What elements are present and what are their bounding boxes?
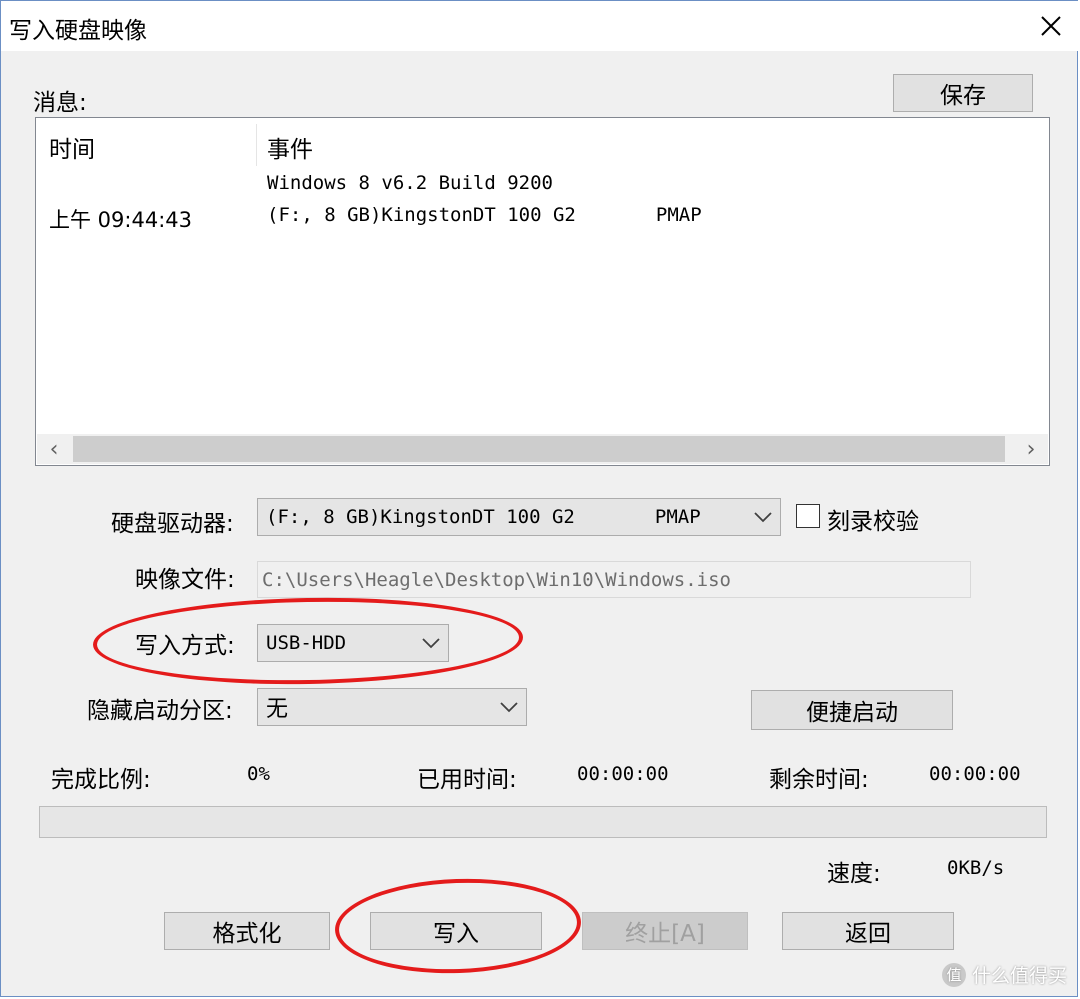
write-disk-image-dialog: 写入硬盘映像 消息: 保存 时间 事件 Windows 8 v6.2 Build… [0, 0, 1079, 997]
chevron-down-icon [754, 512, 772, 523]
chevron-down-icon [500, 702, 518, 713]
write-mode-value: USB-HDD [266, 632, 347, 654]
scroll-left-icon[interactable]: ‹ [37, 434, 71, 464]
drive-label: 硬盘驱动器: [111, 511, 234, 537]
progress-label: 完成比例: [51, 767, 151, 793]
verify-label[interactable]: 刻录校验 [827, 502, 919, 536]
write-mode-select[interactable]: USB-HDD [257, 624, 449, 662]
write-button[interactable]: 写入 [370, 912, 542, 950]
back-button[interactable]: 返回 [782, 912, 954, 950]
elapsed-time-label: 已用时间: [417, 767, 517, 793]
close-button[interactable] [1031, 7, 1071, 45]
image-file-label: 映像文件: [135, 567, 235, 593]
close-icon [1041, 16, 1061, 36]
format-button[interactable]: 格式化 [164, 912, 330, 950]
image-file-field[interactable]: C:\Users\Heagle\Desktop\Win10\Windows.is… [257, 561, 971, 598]
elapsed-time-value: 00:00:00 [577, 763, 669, 785]
quick-boot-button[interactable]: 便捷启动 [751, 690, 953, 730]
title-bar: 写入硬盘映像 [1, 1, 1079, 51]
save-button[interactable]: 保存 [893, 74, 1033, 112]
window-title: 写入硬盘映像 [9, 18, 147, 44]
column-header-event[interactable]: 事件 [267, 130, 313, 164]
hidden-partition-value: 无 [266, 697, 289, 722]
row-2-event: (F:, 8 GB)KingstonDT 100 G2 PMAP [267, 204, 702, 226]
hidden-partition-label: 隐藏启动分区: [87, 698, 233, 724]
column-header-time[interactable]: 时间 [49, 130, 95, 164]
watermark-text: 什么值得买 [971, 965, 1067, 987]
chevron-down-icon [422, 638, 440, 649]
column-divider[interactable] [256, 124, 257, 166]
remaining-time-value: 00:00:00 [929, 763, 1021, 785]
remaining-time-label: 剩余时间: [769, 767, 869, 793]
image-file-value: C:\Users\Heagle\Desktop\Win10\Windows.is… [262, 568, 731, 591]
hidden-partition-select[interactable]: 无 [257, 688, 527, 726]
list-header: 时间 事件 [36, 118, 1049, 170]
watermark: 值 什么值得买 [941, 961, 1067, 988]
progress-bar [39, 806, 1047, 838]
verify-checkbox[interactable] [796, 504, 820, 528]
row-2-time: 上午 09:44:43 [49, 208, 192, 232]
watermark-badge: 值 [941, 962, 966, 987]
drive-select-value: (F:, 8 GB)KingstonDT 100 G2 PMAP [266, 506, 701, 528]
speed-value: 0KB/s [947, 857, 1005, 879]
horizontal-scrollbar[interactable]: ‹ › [37, 434, 1048, 464]
message-list[interactable]: 时间 事件 Windows 8 v6.2 Build 9200 上午 09:44… [35, 117, 1050, 466]
progress-value: 0% [247, 763, 270, 785]
row-1-event: Windows 8 v6.2 Build 9200 [267, 172, 553, 194]
abort-button: 终止[A] [582, 912, 748, 950]
scroll-right-icon[interactable]: › [1014, 434, 1048, 464]
write-mode-label: 写入方式: [135, 633, 235, 659]
drive-select[interactable]: (F:, 8 GB)KingstonDT 100 G2 PMAP [257, 498, 781, 536]
scrollbar-thumb[interactable] [73, 436, 1005, 462]
messages-label: 消息: [33, 90, 87, 116]
speed-label: 速度: [827, 861, 881, 887]
